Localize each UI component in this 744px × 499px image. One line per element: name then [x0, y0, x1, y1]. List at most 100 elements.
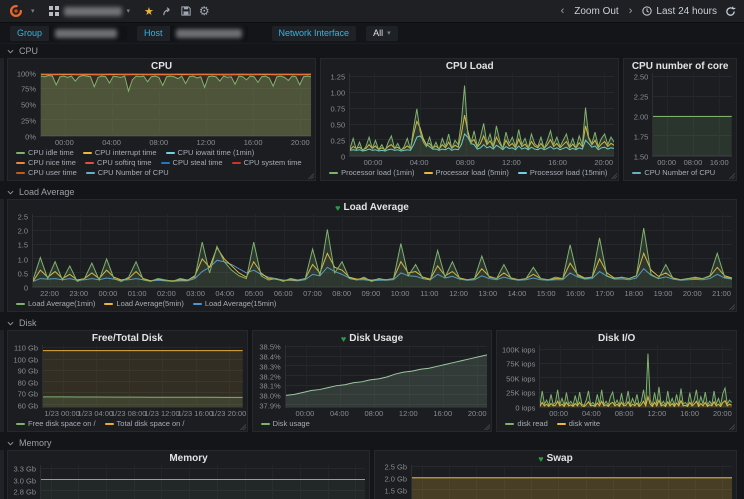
y-tick-label: 2.0 Gb	[384, 475, 407, 484]
panel-resize-handle[interactable]	[239, 423, 246, 430]
row-title-text: Memory	[19, 438, 52, 448]
grafana-logo-icon[interactable]	[8, 4, 23, 19]
time-range-picker[interactable]: Last 24 hours	[642, 6, 717, 17]
y-tick-label: 90 Gb	[18, 367, 38, 376]
row-drag-handle[interactable]	[0, 330, 4, 432]
plot-row: 0%25%50%75%100%	[12, 73, 311, 137]
chart-svg	[286, 345, 488, 407]
y-tick-label: 38.3%	[259, 362, 280, 371]
chart-plot-cpu-number-of-core[interactable]	[652, 73, 732, 157]
chart-plot-load-average[interactable]	[32, 214, 732, 288]
plot-row: 2.0 Gb2.3 Gb2.5 Gb2.8 Gb3.0 Gb3.3 Gb	[12, 465, 365, 499]
legend-color-mark	[16, 152, 25, 154]
chart-plot-swap[interactable]	[411, 465, 732, 499]
chart-plot-disk-usage[interactable]	[285, 345, 488, 408]
panel-resize-handle[interactable]	[728, 303, 735, 310]
x-tick-label: 07:00	[303, 289, 322, 298]
legend-item-cpu-steal-time[interactable]: CPU steal time	[161, 158, 223, 168]
legend-item-cpu-number-of-cpu[interactable]: CPU Number of CPU	[632, 168, 715, 178]
y-tick-label: 2.5 Gb	[384, 463, 407, 472]
x-tick-label: 00:00	[55, 138, 74, 147]
legend-item-cpu-number-of-cpu[interactable]: CPU Number of CPU	[86, 168, 169, 178]
chart-plot-free-total-disk[interactable]	[42, 345, 243, 408]
legend-item-processor-load-5min[interactable]: Processor load (5min)	[424, 168, 509, 178]
zoom-out-button[interactable]: Zoom Out	[574, 6, 618, 17]
chart-plot-disk-i-o[interactable]	[539, 345, 732, 408]
y-tick-label: 2.5	[18, 212, 28, 221]
legend-item-load-average-15min[interactable]: Load Average(15min)	[193, 299, 277, 309]
row-drag-handle[interactable]	[0, 58, 4, 181]
panels-row-cpu: CPU0%25%50%75%100%00:0004:0008:0012:0016…	[0, 57, 744, 185]
panel-resize-handle[interactable]	[610, 172, 617, 179]
panel-title-cpu-load[interactable]: CPU Load	[325, 60, 614, 73]
plot-row: 1.501.752.002.252.50	[628, 73, 732, 157]
panel-resize-handle[interactable]	[728, 172, 735, 179]
chart-svg	[653, 73, 732, 156]
row-drag-handle[interactable]	[0, 450, 4, 499]
time-shift-back-button[interactable]: ‹	[559, 5, 567, 17]
legend-item-cpu-iowait-time-1min[interactable]: CPU iowait time (1min)	[166, 148, 255, 158]
panel-title-disk-usage[interactable]: ♥Disk Usage	[257, 332, 488, 345]
x-tick-label: 16:00	[433, 409, 452, 418]
panel-resize-handle[interactable]	[483, 423, 490, 430]
legend-item-cpu-user-time[interactable]: CPU user time	[16, 168, 77, 178]
legend-item-cpu-interrupt-time[interactable]: CPU interrupt time	[83, 148, 157, 158]
legend-item-disk-read[interactable]: disk read	[505, 419, 547, 429]
panel-resize-handle[interactable]	[728, 423, 735, 430]
y-axis: 0 iops25K iops50K iops75K iops100K iops	[501, 345, 539, 408]
logo-caret-icon[interactable]: ▾	[31, 8, 35, 15]
share-dashboard-button[interactable]	[162, 6, 173, 17]
x-axis-labels: 1/23 00:001/23 04:001/23 08:001/23 12:00…	[42, 408, 243, 418]
row-header-memory[interactable]: Memory	[0, 437, 744, 449]
legend-label: CPU iowait time (1min)	[178, 148, 255, 158]
panel-resize-handle[interactable]	[307, 172, 314, 179]
panel-title-free-total-disk[interactable]: Free/Total Disk	[12, 332, 243, 345]
legend-item-disk-write[interactable]: disk write	[557, 419, 600, 429]
legend-item-load-average-1min[interactable]: Load Average(1min)	[16, 299, 95, 309]
legend-item-cpu-softirq-time[interactable]: CPU softirq time	[85, 158, 152, 168]
x-tick-label: 04:00	[330, 409, 349, 418]
x-tick-label: 20:00	[594, 158, 613, 167]
panel-title-cpu[interactable]: CPU	[12, 60, 311, 73]
legend-label: CPU nice time	[28, 158, 76, 168]
star-dashboard-button[interactable]: ★	[144, 5, 154, 18]
chart-plot-cpu-load[interactable]	[349, 73, 614, 157]
legend-color-mark	[632, 172, 641, 174]
filter-host-value[interactable]	[170, 26, 248, 41]
legend-label: Processor load (5min)	[436, 168, 509, 178]
chart-plot-memory[interactable]	[40, 465, 365, 499]
panel-title-disk-i-o[interactable]: Disk I/O	[501, 332, 732, 345]
chart-svg	[41, 465, 365, 499]
y-tick-label: 2.25	[634, 93, 649, 102]
panel-title-swap[interactable]: ♥Swap	[379, 452, 732, 465]
filter-network-interface-value[interactable]: All ▾	[366, 26, 398, 41]
x-axis-labels: 00:0004:0008:0012:0016:0020:00	[539, 408, 732, 418]
legend-item-cpu-system-time[interactable]: CPU system time	[232, 158, 302, 168]
y-tick-label: 1.75	[634, 133, 649, 142]
settings-gear-button[interactable]: ⚙	[199, 5, 210, 17]
legend-item-free-disk-space-on[interactable]: Free disk space on /	[16, 419, 96, 429]
save-dashboard-button[interactable]	[181, 6, 191, 16]
legend-item-processor-load-1min[interactable]: Processor load (1min)	[329, 168, 414, 178]
y-tick-label: 1.25	[331, 73, 346, 82]
chart-svg	[350, 73, 614, 156]
dashboard-picker[interactable]: ▾	[43, 4, 137, 18]
legend-item-processor-load-15min[interactable]: Processor load (15min)	[518, 168, 608, 178]
panel-title-memory[interactable]: Memory	[12, 452, 365, 465]
refresh-button[interactable]	[725, 6, 736, 17]
time-shift-forward-button[interactable]: ›	[627, 5, 635, 17]
legend-item-load-average-5min[interactable]: Load Average(5min)	[104, 299, 183, 309]
legend-item-total-disk-space-on[interactable]: Total disk space on /	[105, 419, 185, 429]
row-drag-handle[interactable]	[0, 199, 4, 312]
legend-item-disk-usage[interactable]: Disk usage	[261, 419, 310, 429]
row-header-disk[interactable]: Disk	[0, 317, 744, 329]
filter-group-value[interactable]	[49, 26, 127, 41]
panel-title-load-average[interactable]: ♥Load Average	[12, 201, 732, 214]
row-header-load-average[interactable]: Load Average	[0, 186, 744, 198]
row-header-cpu[interactable]: CPU	[0, 45, 744, 57]
legend-item-cpu-nice-time[interactable]: CPU nice time	[16, 158, 76, 168]
panel-title-cpu-number-of-core[interactable]: CPU number of core	[628, 60, 732, 73]
chart-plot-cpu[interactable]	[40, 73, 311, 137]
legend-item-cpu-idle-time[interactable]: CPU idle time	[16, 148, 74, 158]
legend-color-mark	[505, 423, 514, 425]
